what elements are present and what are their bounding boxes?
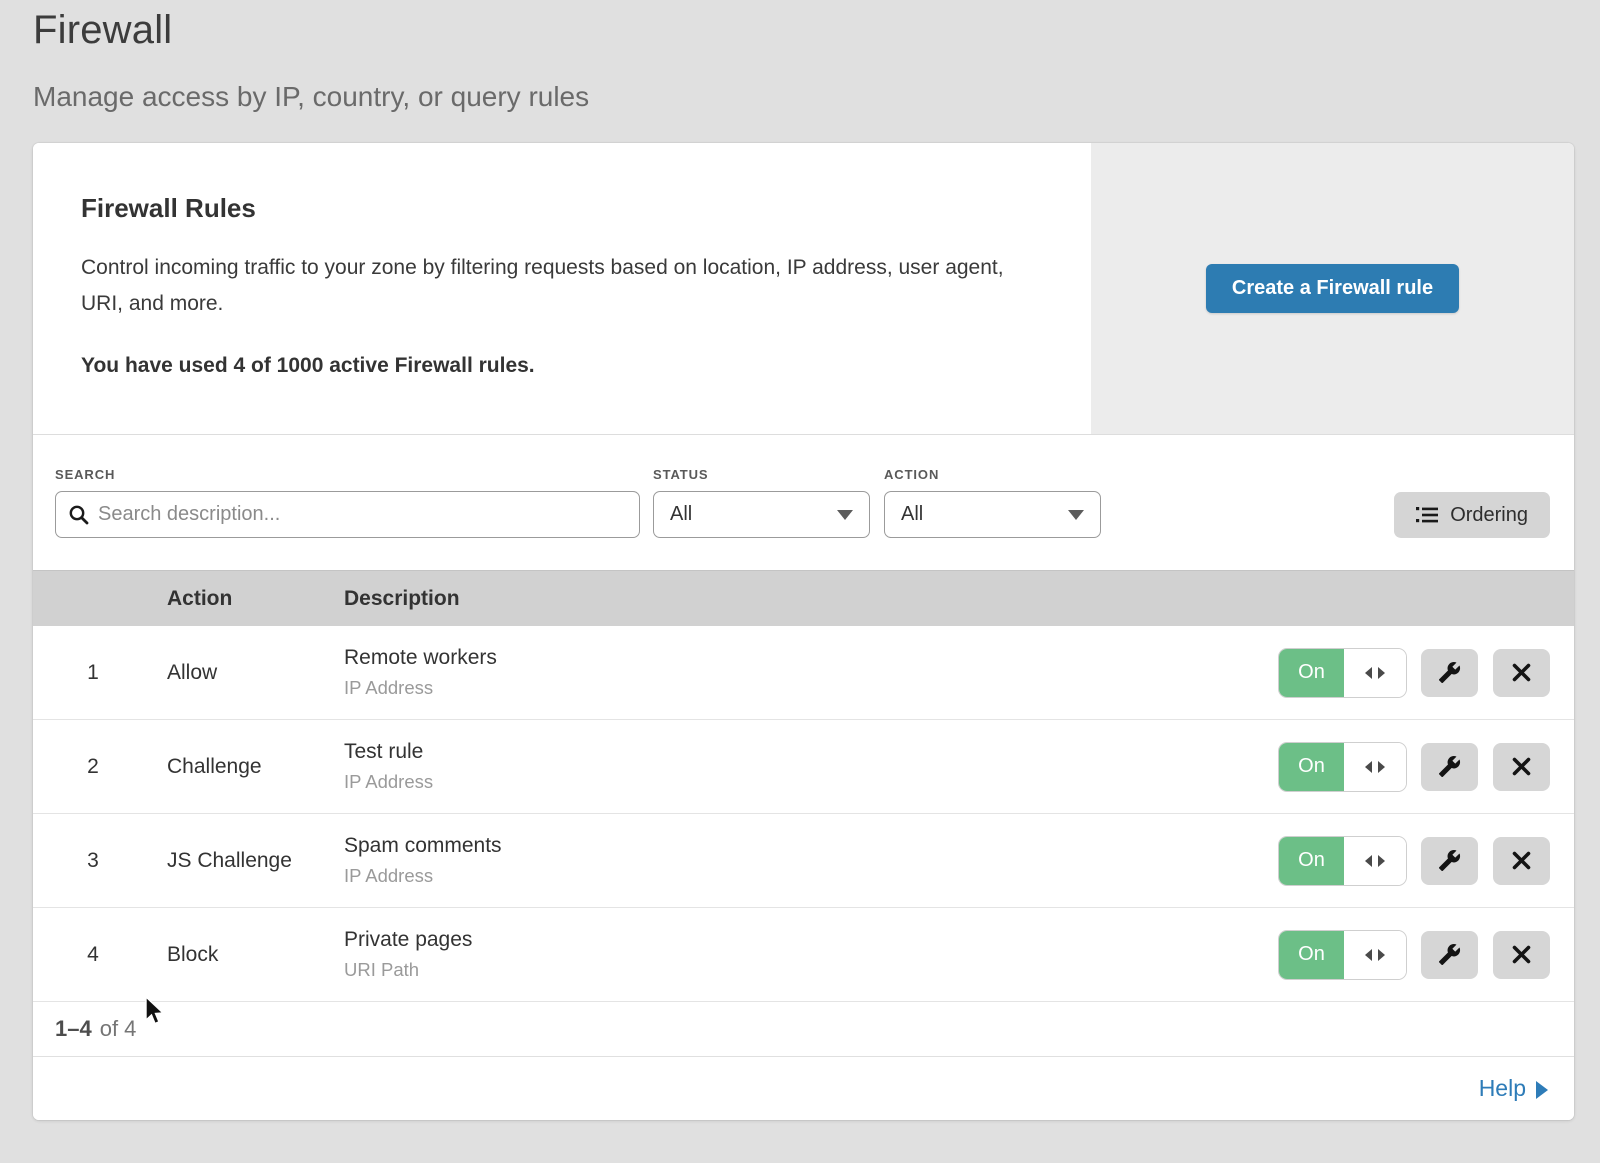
help-link-label: Help — [1479, 1075, 1526, 1102]
edit-rule-button[interactable] — [1421, 649, 1478, 697]
help-link[interactable]: Help — [1479, 1075, 1548, 1102]
page-subtitle: Manage access by IP, country, or query r… — [33, 81, 589, 113]
wrench-icon — [1438, 943, 1461, 966]
rule-description: Test rule — [344, 740, 1279, 764]
action-select[interactable]: All — [884, 491, 1101, 538]
delete-rule-button[interactable] — [1493, 837, 1550, 885]
rule-priority: 2 — [33, 755, 167, 779]
rule-description-cell: Spam comments IP Address — [344, 834, 1279, 887]
rules-usage-text: You have used 4 of 1000 active Firewall … — [81, 354, 1031, 378]
rule-priority: 3 — [33, 849, 167, 873]
action-label: ACTION — [884, 467, 1101, 482]
rule-description: Private pages — [344, 928, 1279, 952]
column-header-description: Description — [344, 587, 1574, 611]
search-input[interactable] — [98, 503, 627, 526]
card-footer: Help — [33, 1057, 1574, 1120]
search-box — [55, 491, 640, 538]
rule-controls: On — [1279, 837, 1550, 885]
rule-field: IP Address — [344, 677, 1279, 699]
left-right-arrows-icon — [1344, 743, 1406, 791]
column-header-action: Action — [167, 587, 344, 611]
x-icon — [1512, 945, 1531, 964]
status-select[interactable]: All — [653, 491, 870, 538]
rule-description-cell: Private pages URI Path — [344, 928, 1279, 981]
search-filter-group: SEARCH — [55, 467, 640, 538]
rule-priority: 1 — [33, 661, 167, 685]
wrench-icon — [1438, 661, 1461, 684]
ordered-list-icon — [1416, 505, 1438, 525]
intro-description: Control incoming traffic to your zone by… — [81, 250, 1031, 322]
page-header: Firewall Manage access by IP, country, o… — [33, 8, 589, 113]
rule-toggle[interactable]: On — [1279, 743, 1406, 791]
rule-toggle[interactable]: On — [1279, 649, 1406, 697]
pagination-range: 1–4 — [55, 1016, 92, 1042]
ordering-button-label: Ordering — [1450, 504, 1528, 527]
toggle-on-label: On — [1279, 649, 1344, 697]
wrench-icon — [1438, 849, 1461, 872]
left-right-arrows-icon — [1344, 931, 1406, 979]
rule-action: Block — [167, 943, 344, 967]
left-right-arrows-icon — [1344, 649, 1406, 697]
pagination-total: of 4 — [100, 1016, 137, 1042]
x-icon — [1512, 663, 1531, 682]
intro-text-panel: Firewall Rules Control incoming traffic … — [33, 143, 1091, 434]
status-selected-value: All — [670, 503, 692, 526]
table-header: Action Description — [33, 570, 1574, 626]
search-icon — [68, 504, 89, 525]
wrench-icon — [1438, 755, 1461, 778]
edit-rule-button[interactable] — [1421, 837, 1478, 885]
rule-description-cell: Test rule IP Address — [344, 740, 1279, 793]
rule-action: Challenge — [167, 755, 344, 779]
rule-field: IP Address — [344, 865, 1279, 887]
delete-rule-button[interactable] — [1493, 931, 1550, 979]
status-filter-group: STATUS All — [653, 467, 870, 538]
toggle-on-label: On — [1279, 837, 1344, 885]
rule-description: Spam comments — [344, 834, 1279, 858]
table-row: 3 JS Challenge Spam comments IP Address … — [33, 814, 1574, 908]
intro-action-panel: Create a Firewall rule — [1091, 143, 1574, 434]
toggle-on-label: On — [1279, 743, 1344, 791]
create-firewall-rule-button[interactable]: Create a Firewall rule — [1206, 264, 1459, 313]
rule-field: URI Path — [344, 959, 1279, 981]
edit-rule-button[interactable] — [1421, 931, 1478, 979]
rule-field: IP Address — [344, 771, 1279, 793]
rule-controls: On — [1279, 743, 1550, 791]
left-right-arrows-icon — [1344, 837, 1406, 885]
rule-description: Remote workers — [344, 646, 1279, 670]
delete-rule-button[interactable] — [1493, 743, 1550, 791]
rule-controls: On — [1279, 931, 1550, 979]
chevron-down-icon — [1068, 510, 1084, 520]
rule-toggle[interactable]: On — [1279, 931, 1406, 979]
rule-description-cell: Remote workers IP Address — [344, 646, 1279, 699]
table-row: 1 Allow Remote workers IP Address On — [33, 626, 1574, 720]
action-filter-group: ACTION All — [884, 467, 1101, 538]
status-label: STATUS — [653, 467, 870, 482]
chevron-down-icon — [837, 510, 853, 520]
triangle-right-icon — [1536, 1081, 1548, 1099]
intro-heading: Firewall Rules — [81, 193, 1031, 224]
x-icon — [1512, 757, 1531, 776]
edit-rule-button[interactable] — [1421, 743, 1478, 791]
intro-section: Firewall Rules Control incoming traffic … — [33, 143, 1574, 435]
table-row: 4 Block Private pages URI Path On — [33, 908, 1574, 1002]
table-row: 2 Challenge Test rule IP Address On — [33, 720, 1574, 814]
page-title: Firewall — [33, 8, 589, 53]
rule-action: Allow — [167, 661, 344, 685]
filters-bar: SEARCH STATUS All ACTION All — [33, 435, 1574, 570]
toggle-on-label: On — [1279, 931, 1344, 979]
ordering-button[interactable]: Ordering — [1394, 492, 1550, 538]
rule-controls: On — [1279, 649, 1550, 697]
firewall-rules-card: Firewall Rules Control incoming traffic … — [33, 143, 1574, 1120]
rule-action: JS Challenge — [167, 849, 344, 873]
action-selected-value: All — [901, 503, 923, 526]
rule-priority: 4 — [33, 943, 167, 967]
rule-toggle[interactable]: On — [1279, 837, 1406, 885]
delete-rule-button[interactable] — [1493, 649, 1550, 697]
x-icon — [1512, 851, 1531, 870]
pagination-bar: 1–4 of 4 — [33, 1002, 1574, 1057]
search-label: SEARCH — [55, 467, 640, 482]
